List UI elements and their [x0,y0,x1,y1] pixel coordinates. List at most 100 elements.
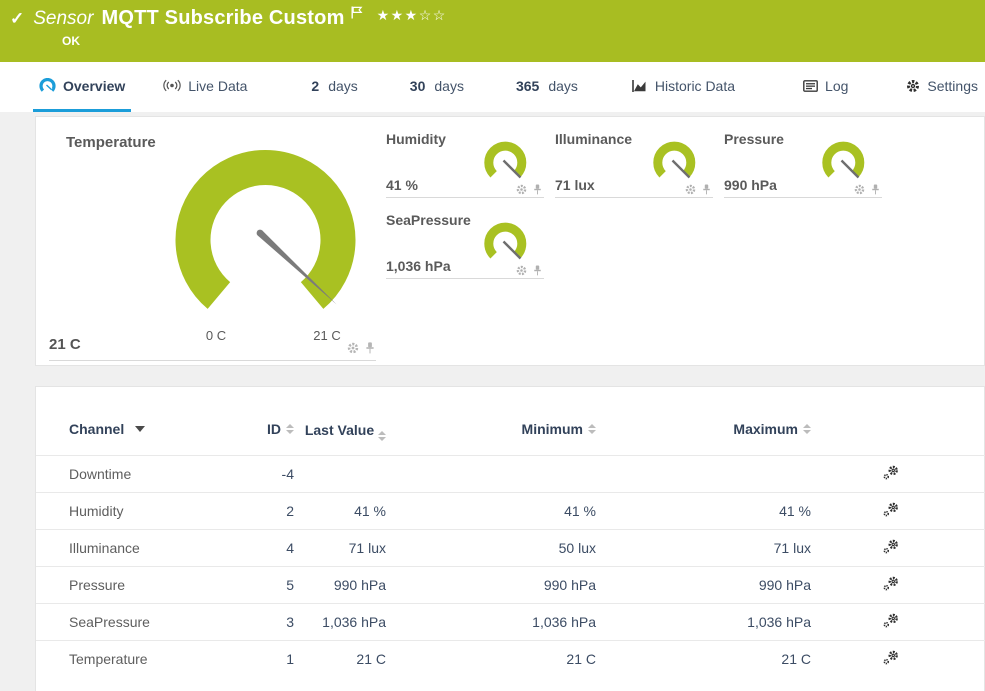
gear-icon[interactable] [685,182,696,200]
channel-last-value-cell: 71 lux [294,530,386,567]
column-header-minimum[interactable]: Minimum [386,415,596,456]
channel-row: Temperature 1 21 C 21 C 21 C [36,641,985,678]
mini-gauge-value: 71 lux [555,177,595,193]
mini-gauge-title: Illuminance [555,131,632,147]
tab-365-days[interactable]: 365 days [510,62,584,112]
pin-icon[interactable] [533,263,542,281]
mini-gauge-dial [819,141,869,188]
gear-icon[interactable] [516,182,527,200]
log-icon [803,80,818,92]
tab-bar: Overview Live Data 2 days 30 days 365 da… [0,62,985,112]
temperature-value: 21 C [49,336,81,353]
mini-gauge-value: 1,036 hPa [386,258,451,274]
edit-channel-gears-icon[interactable] [883,613,899,631]
gauges-panel: Temperature 0 C 21 C 21 C Humidity [35,116,985,366]
table-header-row: Channel ID Last Value Minimum Maximum [36,415,985,456]
edit-channel-gears-icon[interactable] [883,650,899,668]
channel-last-value-cell: 21 C [294,641,386,678]
object-kind-label: Sensor [33,8,93,30]
channel-row: Humidity 2 41 % 41 % 41 % [36,493,985,530]
edit-channel-gears-icon[interactable] [883,502,899,520]
tab-overview[interactable]: Overview [33,62,131,112]
sensor-header: ✓ Sensor MQTT Subscribe Custom ★★★☆☆ OK [0,0,985,62]
sort-icon [286,424,294,434]
column-header-channel[interactable]: Channel [36,415,216,456]
channel-name-cell[interactable]: Humidity [36,493,216,530]
mini-gauge-value: 990 hPa [724,177,777,193]
edit-channel-gears-icon[interactable] [883,576,899,594]
pin-icon[interactable] [702,182,711,200]
channel-last-value-cell [294,456,386,493]
temperature-gauge-title: Temperature [66,134,156,151]
mini-gauge-title: Humidity [386,131,446,147]
pin-icon[interactable] [533,182,542,200]
channel-name-cell[interactable]: Pressure [36,567,216,604]
channel-name-cell[interactable]: SeaPressure [36,604,216,641]
sort-icon [588,424,596,434]
column-header-id[interactable]: ID [216,415,294,456]
mini-gauge-dial [481,141,531,188]
mini-gauge-card: SeaPressure 1,036 hPa [386,208,544,279]
flag-icon[interactable] [351,6,363,24]
channel-row: Downtime -4 [36,456,985,493]
area-chart-icon [632,79,648,93]
column-header-last-value[interactable]: Last Value [294,415,386,456]
channel-name-cell[interactable]: Temperature [36,641,216,678]
tab-historic-data[interactable]: Historic Data [626,62,741,112]
channel-table-panel: Channel ID Last Value Minimum Maximum [35,386,985,691]
status-badge: OK [62,34,80,48]
broadcast-icon [163,79,181,92]
channel-maximum-cell [596,456,811,493]
gauge-scale-min: 0 C [196,328,236,343]
channel-minimum-cell [386,456,596,493]
mini-gauge-value: 41 % [386,177,418,193]
tab-2-days[interactable]: 2 days [305,62,363,112]
channel-minimum-cell: 21 C [386,641,596,678]
channel-row: SeaPressure 3 1,036 hPa 1,036 hPa 1,036 … [36,604,985,641]
edit-channel-gears-icon[interactable] [883,539,899,557]
tab-log[interactable]: Log [797,62,854,112]
chevron-down-icon [135,426,145,432]
mini-gauge-grid: Humidity 41 % [386,127,896,289]
channel-id-cell: 3 [216,604,294,641]
mini-gauge-card: Humidity 41 % [386,127,544,198]
channel-id-cell: 4 [216,530,294,567]
channel-maximum-cell: 990 hPa [596,567,811,604]
gear-icon[interactable] [854,182,865,200]
gear-icon[interactable] [347,341,359,359]
channel-maximum-cell: 71 lux [596,530,811,567]
channel-last-value-cell: 41 % [294,493,386,530]
channel-minimum-cell: 1,036 hPa [386,604,596,641]
sort-icon [378,431,386,441]
channel-maximum-cell: 1,036 hPa [596,604,811,641]
tab-settings[interactable]: Settings [900,62,984,112]
status-ok-check-icon: ✓ [10,9,24,29]
column-header-maximum[interactable]: Maximum [596,415,811,456]
channel-name-cell[interactable]: Illuminance [36,530,216,567]
sort-icon [803,424,811,434]
pin-icon[interactable] [365,341,375,359]
mini-gauge-card: Illuminance 71 lux [555,127,713,198]
channel-row: Illuminance 4 71 lux 50 lux 71 lux [36,530,985,567]
edit-channel-gears-icon[interactable] [883,465,899,483]
channel-id-cell: 1 [216,641,294,678]
gauge-scale-max: 21 C [304,328,350,343]
tab-live-data[interactable]: Live Data [157,62,253,112]
channel-id-cell: 2 [216,493,294,530]
channel-maximum-cell: 41 % [596,493,811,530]
channel-minimum-cell: 41 % [386,493,596,530]
temperature-panel-divider [49,360,376,361]
channel-name-cell[interactable]: Downtime [36,456,216,493]
pin-icon[interactable] [871,182,880,200]
mini-gauge-card: Pressure 990 hPa [724,127,882,198]
tab-30-days[interactable]: 30 days [404,62,470,112]
temperature-gauge [170,148,365,326]
channel-minimum-cell: 990 hPa [386,567,596,604]
channel-id-cell: 5 [216,567,294,604]
channel-minimum-cell: 50 lux [386,530,596,567]
sensor-title: MQTT Subscribe Custom [101,7,344,30]
gear-icon[interactable] [516,263,527,281]
priority-stars[interactable]: ★★★☆☆ [377,7,447,24]
channel-id-cell: -4 [216,456,294,493]
channel-row: Pressure 5 990 hPa 990 hPa 990 hPa [36,567,985,604]
